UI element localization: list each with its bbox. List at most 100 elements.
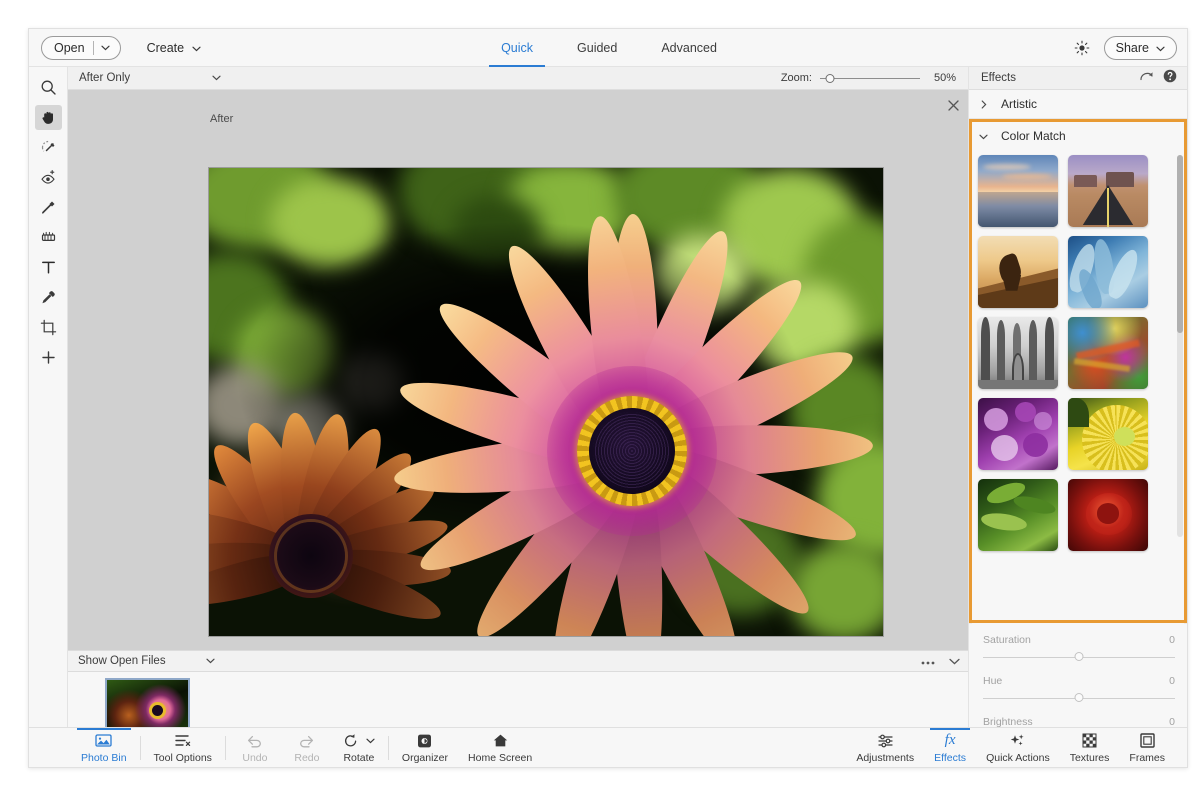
chevron-down-icon[interactable] [94, 45, 120, 51]
ellipsis-icon[interactable] [921, 652, 935, 670]
close-icon[interactable] [945, 97, 961, 113]
crop-tool[interactable] [35, 315, 62, 340]
help-circle-icon[interactable] [1163, 69, 1177, 88]
header-bar: Open Create Quick Guided [29, 29, 1188, 67]
bottom-item-organizer[interactable]: Organizer [392, 728, 458, 768]
undo-arrow-icon[interactable] [1139, 69, 1154, 87]
bottom-item-rotate[interactable]: Rotate [333, 728, 385, 768]
slider-hue-track[interactable] [983, 692, 1175, 703]
bottom-item-undo-label: Undo [242, 752, 267, 764]
bottom-item-effects[interactable]: fx Effects [924, 728, 976, 768]
home-icon [492, 732, 509, 749]
red-eye-tool[interactable] [35, 165, 62, 190]
slider-saturation-handle[interactable] [1075, 652, 1084, 661]
bottom-item-home-screen-label: Home Screen [468, 752, 532, 764]
bottom-item-textures[interactable]: Textures [1060, 728, 1120, 768]
create-button[interactable]: Create [147, 36, 202, 60]
flower-main [397, 216, 867, 636]
slider-hue-value: 0 [1169, 675, 1175, 687]
healing-brush-tool[interactable] [35, 195, 62, 220]
chevron-down-icon [979, 129, 988, 143]
show-open-files-label: Show Open Files [78, 655, 166, 667]
bottom-item-photo-bin[interactable]: Photo Bin [71, 728, 137, 768]
photo-bin-controls [921, 652, 960, 670]
toolbar-divider [225, 736, 226, 760]
chevron-right-icon [979, 100, 988, 109]
preset-grayscale-arches[interactable] [978, 317, 1058, 389]
effects-scrollbar-thumb[interactable] [1177, 155, 1183, 333]
slider-hue-handle[interactable] [1075, 693, 1084, 702]
create-button-label: Create [147, 41, 185, 55]
category-color-match-label: Color Match [1001, 129, 1066, 143]
slider-saturation-track[interactable] [983, 651, 1175, 662]
eyedropper-tool[interactable] [35, 285, 62, 310]
sun-icon[interactable] [1074, 40, 1090, 56]
chevron-down-icon[interactable] [949, 652, 960, 670]
preset-golden-silhouette[interactable] [978, 236, 1058, 308]
tool-options-icon [174, 732, 191, 749]
tab-advanced-label: Advanced [661, 41, 717, 55]
preset-red-rose[interactable] [1068, 479, 1148, 551]
category-artistic[interactable]: Artistic [969, 90, 1187, 119]
bottom-toolbar-right: Adjustments fx Effects Quick Actions [846, 728, 1175, 768]
open-button[interactable]: Open [41, 36, 121, 60]
tab-quick-label: Quick [501, 41, 533, 55]
text-t-icon[interactable] [35, 255, 62, 280]
slider-saturation: Saturation 0 [983, 634, 1175, 662]
canvas-area[interactable]: After [68, 90, 970, 650]
preset-blue-feathers[interactable] [1068, 236, 1148, 308]
app-chrome: Open Create Quick Guided [28, 28, 1188, 768]
bottom-item-redo[interactable]: Redo [281, 728, 333, 768]
zoom-slider-handle[interactable] [826, 74, 835, 83]
color-match-thumbnail-grid[interactable] [972, 149, 1184, 629]
bottom-item-tool-options[interactable]: Tool Options [144, 728, 222, 768]
bottom-item-tool-options-label: Tool Options [154, 752, 212, 764]
share-button-label: Share [1116, 41, 1149, 55]
fx-icon: fx [945, 732, 956, 749]
zoom-tool[interactable] [35, 75, 62, 100]
photoshop-elements-window: Open Create Quick Guided [0, 0, 1200, 795]
tab-quick[interactable]: Quick [497, 29, 537, 67]
bottom-item-frames[interactable]: Frames [1119, 728, 1175, 768]
effects-panel-header: Effects [969, 67, 1187, 90]
teeth-whiten-icon[interactable] [35, 225, 62, 250]
preset-sunset-lake[interactable] [978, 155, 1058, 227]
preset-green-foliage[interactable] [978, 479, 1058, 551]
bottom-toolbar: Photo Bin Tool Options [29, 727, 1188, 767]
view-mode-dropdown[interactable]: After Only [73, 68, 228, 89]
bottom-item-rotate-label: Rotate [343, 752, 374, 764]
bottom-item-quick-actions[interactable]: Quick Actions [976, 728, 1060, 768]
tab-advanced[interactable]: Advanced [657, 29, 721, 67]
bottom-item-undo[interactable]: Undo [229, 728, 281, 768]
frame-icon [1140, 732, 1155, 749]
share-button[interactable]: Share [1104, 36, 1177, 60]
zoom-slider[interactable] [820, 72, 920, 84]
category-artistic-label: Artistic [1001, 97, 1037, 111]
preset-yellow-chrysanthemum[interactable] [1068, 398, 1148, 470]
effects-panel: Effects [968, 67, 1187, 729]
bottom-item-photo-bin-label: Photo Bin [81, 752, 127, 764]
rotate-icon [343, 732, 375, 749]
chevron-down-icon [1156, 41, 1165, 55]
undo-icon [246, 732, 263, 749]
hand-tool[interactable] [35, 105, 62, 130]
canvas-photo[interactable] [209, 168, 883, 636]
quick-selection-tool[interactable] [35, 135, 62, 160]
checker-icon [1082, 732, 1097, 749]
zoom-value: 50% [928, 72, 956, 84]
redo-icon [298, 732, 315, 749]
category-color-match[interactable]: Color Match [969, 122, 1187, 149]
more-tools-plus-icon[interactable] [35, 345, 62, 370]
photo-bin-icon [95, 732, 112, 749]
effects-scrollbar-track[interactable] [1177, 155, 1183, 537]
preset-abstract-paint[interactable] [1068, 317, 1148, 389]
preset-desert-road[interactable] [1068, 155, 1148, 227]
bottom-item-home-screen[interactable]: Home Screen [458, 728, 542, 768]
preset-purple-flowers[interactable] [978, 398, 1058, 470]
bottom-item-adjustments[interactable]: Adjustments [846, 728, 924, 768]
tab-guided[interactable]: Guided [573, 29, 621, 67]
zoom-control: Zoom: 50% [781, 72, 956, 84]
bottom-item-redo-label: Redo [294, 752, 319, 764]
bottom-item-frames-label: Frames [1129, 752, 1165, 764]
show-open-files-dropdown[interactable]: Show Open Files [73, 651, 223, 671]
